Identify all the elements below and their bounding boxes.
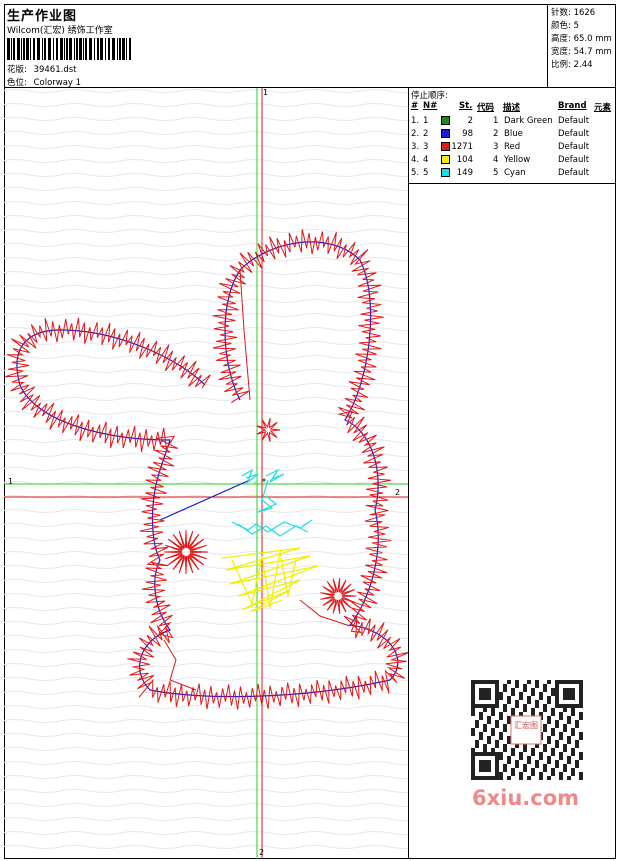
stats-panel: 针数: 1626 颜色: 5 高度: 65.0 mm 宽度: 54.7 mm 比… (547, 4, 616, 88)
legend-title: 停止顺序: (411, 91, 448, 101)
color-swatch (441, 155, 450, 164)
color-swatch (441, 168, 450, 177)
row-code: 5 (493, 168, 499, 178)
row-desc: Cyan (504, 168, 526, 178)
green-stitch (262, 478, 266, 482)
row-code: 2 (493, 129, 499, 139)
row-st: 2 (467, 116, 473, 126)
stat-width: 宽度: 54.7 mm (551, 47, 612, 57)
row-code: 1 (493, 116, 499, 126)
stat-scale: 比例: 2.44 (551, 60, 593, 70)
header: 生产作业图 Wilcom(汇宏) 绣饰工作室 花版: 39461.dst 色位:… (4, 4, 616, 88)
row-idx: 1. (411, 116, 420, 126)
color-swatch (441, 129, 450, 138)
row-n: 5 (423, 168, 429, 178)
color-swatch (441, 142, 450, 151)
design-value: 39461.dst (33, 65, 77, 75)
row-n: 3 (423, 142, 429, 152)
row-brand: Default (558, 129, 590, 139)
row-st: 1271 (451, 142, 473, 152)
row-n: 2 (423, 129, 429, 139)
design-row: 花版: 39461.dst (7, 63, 76, 75)
row-idx: 3. (411, 142, 420, 152)
row-desc: Blue (504, 129, 523, 139)
row-n: 4 (423, 155, 429, 165)
stat-height: 高度: 65.0 mm (551, 34, 612, 44)
col-header-brand: Brand (558, 101, 587, 111)
row-brand: Default (558, 168, 590, 178)
col-header-element: 元素 (594, 103, 612, 113)
stat-colors: 颜色: 5 (551, 21, 579, 31)
stat-stitches: 针数: 1626 (551, 8, 596, 18)
row-idx: 5. (411, 168, 420, 178)
row-brand: Default (558, 155, 590, 165)
colorway-value: Colorway 1 (33, 78, 82, 88)
col-header-idx: # (411, 101, 419, 111)
axis-label-v-bottom: 2 (259, 848, 265, 857)
embroidery-preview (4, 88, 408, 859)
colorway-label: 色位: (7, 78, 27, 88)
design-label: 花版: (7, 65, 27, 75)
col-header-n: N# (423, 101, 438, 111)
col-header-desc: 描述 (503, 103, 521, 113)
row-idx: 2. (411, 129, 420, 139)
row-code: 3 (493, 142, 499, 152)
row-code: 4 (493, 155, 499, 165)
row-brand: Default (558, 116, 590, 126)
row-brand: Default (558, 142, 590, 152)
color-swatch (441, 116, 450, 125)
qr-seal: 汇宏图 (514, 720, 538, 730)
header-info: 生产作业图 Wilcom(汇宏) 绣饰工作室 花版: 39461.dst 色位:… (4, 4, 547, 88)
row-desc: Red (504, 142, 521, 152)
axis-label-h-left: 1 (8, 477, 14, 486)
row-desc: Dark Green (504, 116, 553, 126)
design-canvas: 1 1 2 2 (4, 88, 409, 859)
row-st: 98 (462, 129, 473, 139)
watermark-text: 6xiu.com (472, 786, 580, 810)
colorway-row: 色位: Colorway 1 (7, 76, 81, 88)
barcode (7, 38, 131, 60)
row-n: 1 (423, 116, 429, 126)
page-title: 生产作业图 (7, 9, 78, 24)
row-st: 149 (456, 168, 473, 178)
company-name: Wilcom(汇宏) 绣饰工作室 (7, 26, 113, 36)
col-header-st: St. (459, 101, 473, 111)
row-st: 104 (456, 155, 473, 165)
col-header-code: 代码 (477, 103, 495, 113)
axis-label-v-top: 1 (263, 88, 269, 97)
axis-label-h-right: 2 (395, 488, 401, 497)
row-desc: Yellow (504, 155, 531, 165)
row-idx: 4. (411, 155, 420, 165)
stop-sequence-table: 停止顺序: # N# St. 代码 描述 Brand 元素 1. 1 2 1 D… (409, 88, 616, 184)
qr-code: 汇宏图 (471, 680, 583, 782)
